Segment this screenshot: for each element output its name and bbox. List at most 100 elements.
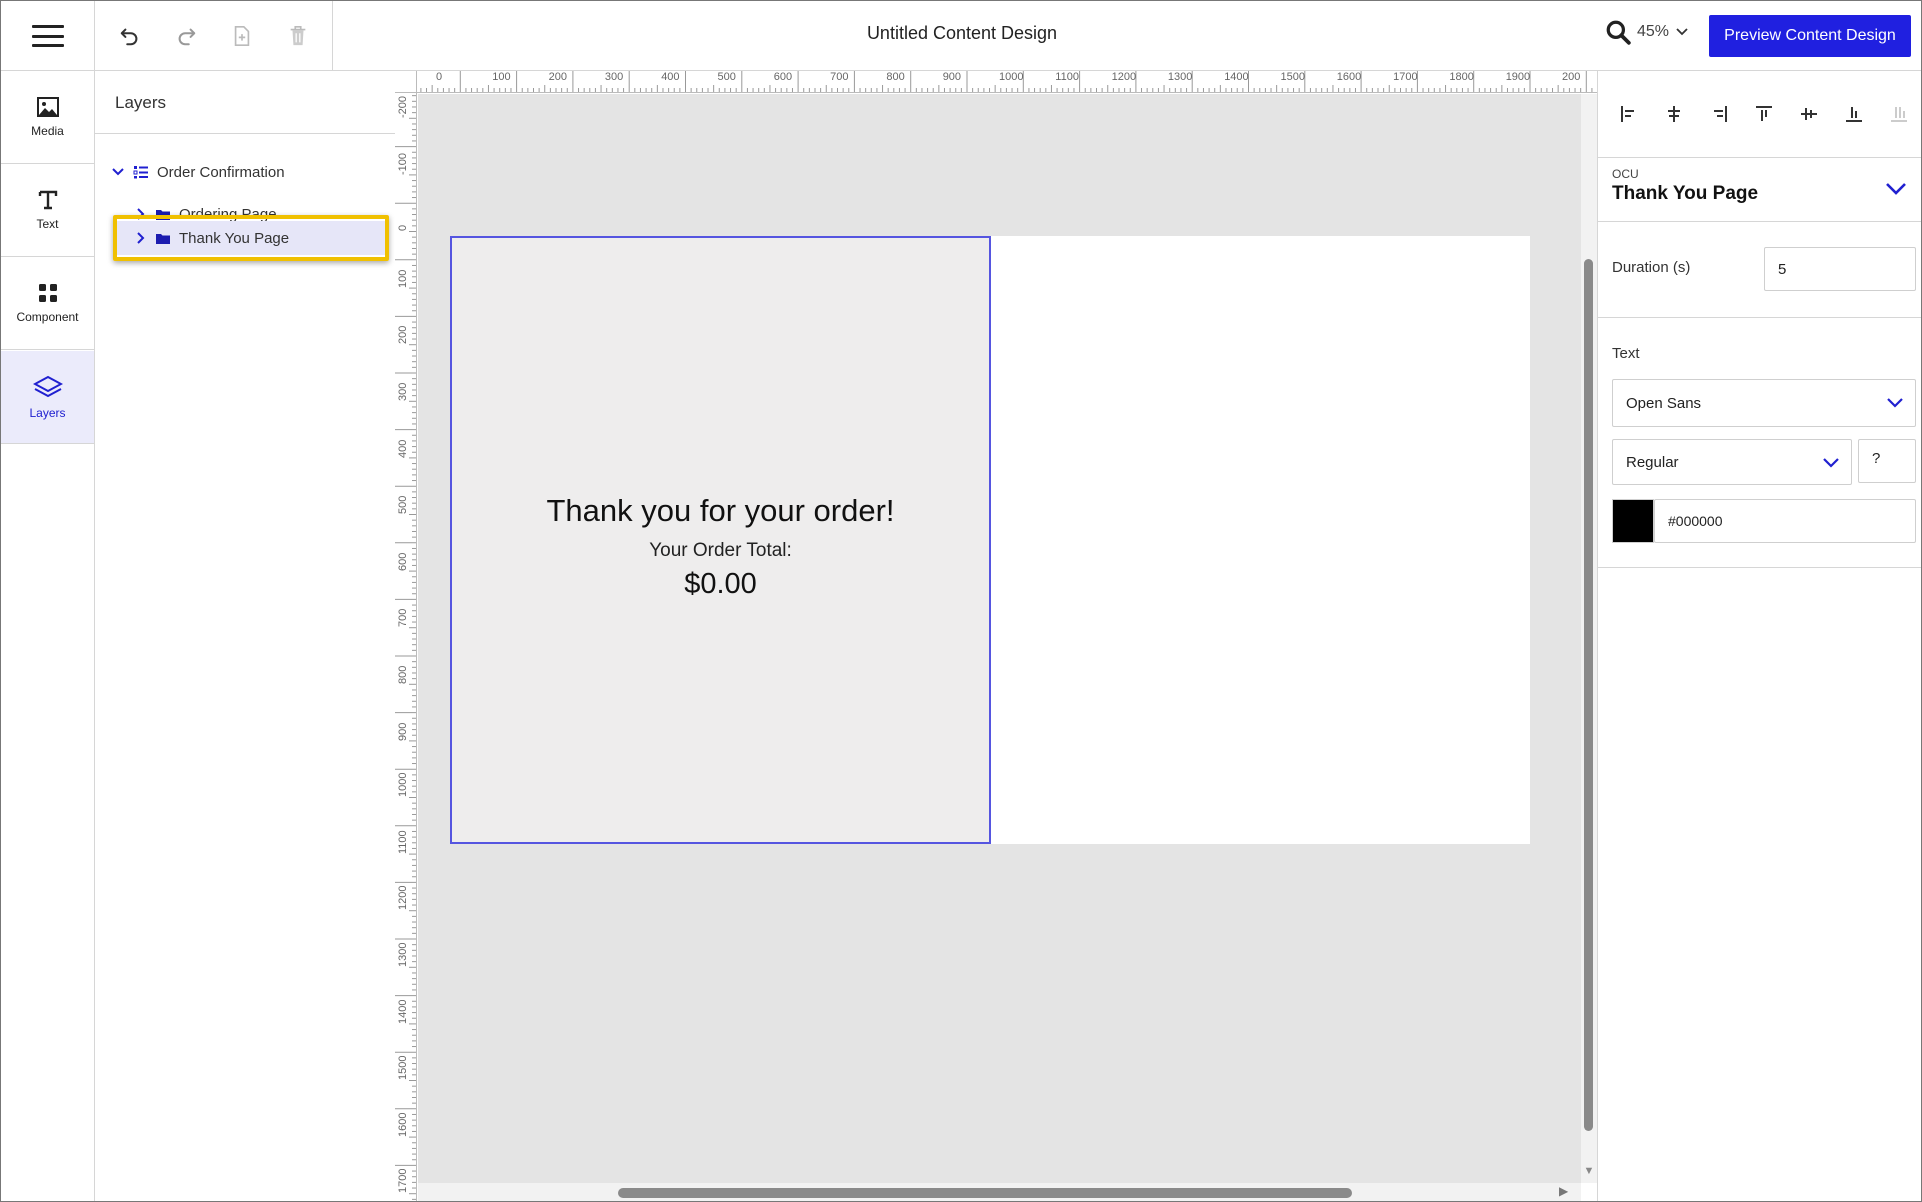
ruler-label: 1700	[397, 1168, 409, 1194]
search-icon	[1606, 20, 1631, 45]
ruler-label: 1600	[1336, 71, 1362, 83]
sidebar-item-text[interactable]: Text	[1, 164, 94, 257]
sidebar-item-label: Media	[31, 124, 64, 138]
text-icon	[38, 190, 57, 210]
scroll-right-arrow-icon[interactable]: ▶	[1559, 1184, 1575, 1201]
ruler-label: 1000	[397, 772, 409, 798]
align-bottom-button[interactable]	[1841, 102, 1866, 127]
divider	[1598, 567, 1921, 568]
order-total-value[interactable]: $0.00	[452, 568, 989, 601]
align-left-button[interactable]	[1616, 102, 1641, 127]
ruler-label: 600	[773, 71, 793, 83]
font-weight-value: Regular	[1626, 453, 1679, 471]
ruler-label: 0	[397, 225, 409, 232]
undo-button[interactable]	[117, 23, 143, 49]
text-section-label: Text	[1612, 345, 1640, 362]
ruler-label: 600	[397, 552, 409, 571]
ruler-label: 200	[397, 326, 409, 345]
chevron-right-icon[interactable]	[135, 231, 147, 245]
horizontal-scrollbar-thumb[interactable]	[618, 1188, 1352, 1198]
ruler-label: 1400	[397, 999, 409, 1024]
ruler-label: 100	[397, 269, 409, 288]
ruler-label: 500	[717, 71, 736, 83]
ruler-corner	[395, 71, 417, 93]
ruler-label: 1100	[1055, 71, 1079, 83]
vertical-ruler: -200 -100 0 100 200 300 400 500 600 700 800 900 1000…	[395, 93, 417, 1201]
duration-label: Duration (s)	[1612, 259, 1691, 276]
align-bottom-icon	[1845, 107, 1862, 122]
sidebar-item-label: Text	[36, 217, 59, 231]
scroll-down-arrow-icon[interactable]: ▼	[1581, 1165, 1597, 1181]
ruler-label: 1600	[397, 1112, 409, 1137]
thank-you-page-frame[interactable]: Thank you for your order! Your Order Tot…	[450, 236, 991, 844]
sidebar-item-component[interactable]: Component	[1, 257, 94, 350]
align-center-horizontal-button[interactable]	[1661, 102, 1686, 127]
font-weight-select[interactable]: Regular	[1612, 439, 1852, 485]
ruler-label: 1200	[397, 885, 409, 911]
color-swatch[interactable]	[1612, 499, 1654, 543]
redo-icon	[178, 28, 196, 46]
order-total-label[interactable]: Your Order Total:	[452, 540, 989, 562]
layers-panel-title: Layers	[115, 93, 167, 112]
divider	[1598, 221, 1921, 222]
collapse-chevron-icon[interactable]	[1882, 175, 1910, 203]
color-hex-input[interactable]: #000000	[1654, 499, 1916, 543]
ruler-label: 300	[604, 71, 624, 83]
ruler-label: 700	[830, 71, 849, 83]
layer-label: Ordering Page	[179, 205, 277, 223]
align-right-button[interactable]	[1706, 102, 1731, 127]
horizontal-ruler: 0010020030040050060070080090010001100120…	[417, 71, 1597, 93]
folder-icon	[156, 233, 170, 244]
zoom-control[interactable]: 45%	[1605, 19, 1689, 45]
font-family-select[interactable]: Open Sans	[1612, 379, 1916, 427]
ruler-label: -100	[397, 152, 409, 175]
ruler-label: 700	[397, 609, 409, 628]
ruler-label: 1400	[1224, 71, 1249, 83]
distribute-button[interactable]	[1886, 102, 1911, 127]
grid-icon	[38, 284, 57, 302]
ruler-label: 1300	[397, 942, 409, 967]
ocu-title: Thank You Page	[1612, 183, 1759, 204]
thank-you-heading[interactable]: Thank you for your order!	[452, 493, 989, 529]
delete-button[interactable]	[285, 23, 311, 49]
chevron-down-icon[interactable]	[111, 165, 125, 179]
sidebar-item-layers[interactable]: Layers	[1, 351, 94, 444]
duration-input[interactable]: 5	[1764, 247, 1916, 291]
layer-item-thank-you-page[interactable]: Thank You Page	[117, 221, 385, 255]
new-page-icon	[234, 26, 250, 46]
layer-item-order-confirmation[interactable]: Order Confirmation	[111, 155, 381, 189]
distribute-icon	[1890, 107, 1907, 122]
align-middle-button[interactable]	[1796, 102, 1821, 127]
ruler-label: 1500	[1280, 71, 1305, 83]
vertical-scrollbar-thumb[interactable]	[1584, 259, 1593, 1131]
ruler-label: 1300	[1167, 71, 1193, 83]
ruler-label: 200	[548, 71, 567, 83]
layer-label: Order Confirmation	[157, 163, 285, 181]
design-canvas[interactable]: Thank you for your order! Your Order Tot…	[418, 94, 1581, 1183]
align-right-icon	[1713, 106, 1727, 122]
top-bar: Untitled Content Design 45% Preview Cont…	[1, 1, 1921, 71]
ruler-label: 1900	[1505, 71, 1531, 83]
font-size-input[interactable]: ?	[1858, 439, 1916, 483]
new-page-button[interactable]	[229, 23, 255, 49]
ruler-label: 500	[397, 495, 409, 515]
preview-content-design-button[interactable]: Preview Content Design	[1709, 15, 1911, 57]
sidebar-item-media[interactable]: Media	[1, 71, 94, 164]
align-top-icon	[1755, 106, 1772, 121]
chevron-down-icon	[1823, 458, 1839, 468]
ruler-label: -200	[397, 95, 409, 118]
trash-icon	[290, 26, 306, 46]
divider	[1598, 157, 1921, 158]
chevron-down-icon	[1887, 398, 1903, 408]
align-top-button[interactable]	[1751, 102, 1776, 127]
layers-icon	[32, 375, 63, 398]
sidebar-item-label: Layers	[29, 406, 66, 420]
ruler-label: 900	[942, 71, 962, 83]
chevron-right-icon[interactable]	[135, 207, 147, 221]
redo-button[interactable]	[173, 23, 199, 49]
ruler-label: 1000	[999, 71, 1024, 83]
alignment-toolbar	[1598, 71, 1921, 157]
main-menu-button[interactable]	[1, 1, 95, 71]
ruler-label: 1100	[397, 830, 409, 854]
ruler-label: 900	[397, 722, 409, 741]
